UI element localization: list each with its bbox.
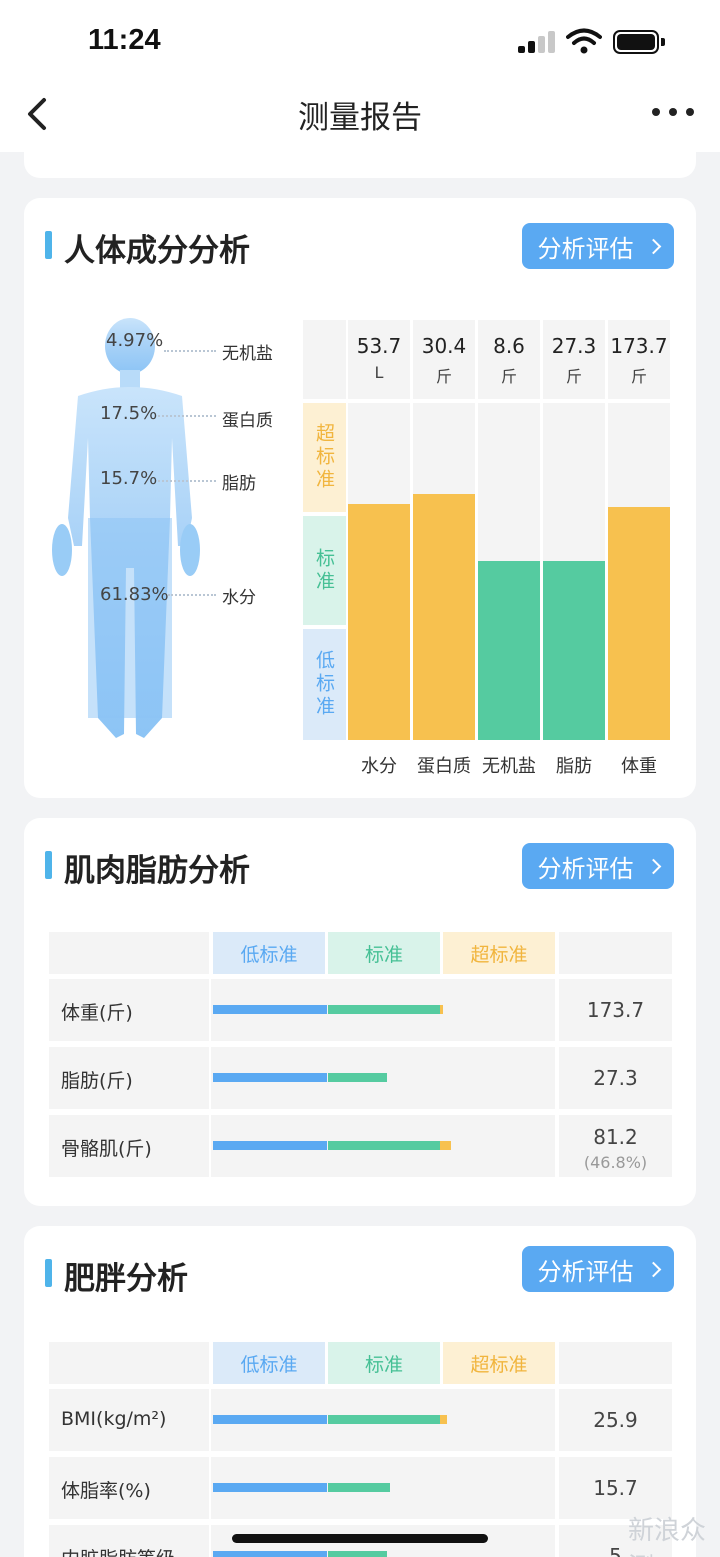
figure-label: 脂肪 [222,474,256,494]
section-title: 人体成分分析 [64,233,250,269]
leader-line [158,415,216,417]
battery-icon [613,30,665,54]
chevron-right-icon [645,238,661,254]
figure-label: 无机盐 [222,344,273,364]
more-icon[interactable] [652,108,696,118]
cellular-signal-icon [518,31,556,53]
status-time: 11:24 [88,24,161,56]
section-title: 肌肉脂肪分析 [64,853,250,889]
body-figure-illustration [52,318,200,738]
section-title: 肥胖分析 [64,1261,188,1297]
page-title: 测量报告 [298,100,422,136]
zone-label-normal: 标准 [313,547,335,594]
zone-label-low: 低标准 [313,650,335,719]
wifi-icon [566,28,602,54]
eval-button-label: 分析评估 [537,854,634,883]
section-marker [45,1259,52,1287]
analysis-eval-button[interactable]: 分析评估 [522,1246,674,1292]
chevron-right-icon [645,1261,661,1277]
eval-button-label: 分析评估 [537,1257,634,1286]
chevron-right-icon [645,858,661,874]
figure-label: 蛋白质 [222,411,273,431]
figure-percent: 4.97% [106,330,164,351]
section-marker [45,231,52,259]
figure-label: 水分 [222,588,256,608]
home-indicator[interactable] [232,1534,488,1543]
figure-percent: 15.7% [100,468,158,489]
eval-button-label: 分析评估 [537,234,634,263]
chart-corner-cell [303,320,346,399]
leader-line [158,480,216,482]
watermark: 新浪众测 [628,1516,707,1557]
section-marker [45,851,52,879]
figure-percent: 17.5% [100,403,158,424]
previous-card [24,136,696,178]
zone-label-high: 超标准 [313,423,335,492]
leader-line [168,594,216,596]
analysis-eval-button[interactable]: 分析评估 [522,223,674,269]
leader-line [164,350,216,352]
analysis-eval-button[interactable]: 分析评估 [522,843,674,889]
figure-percent: 61.83% [100,584,169,605]
